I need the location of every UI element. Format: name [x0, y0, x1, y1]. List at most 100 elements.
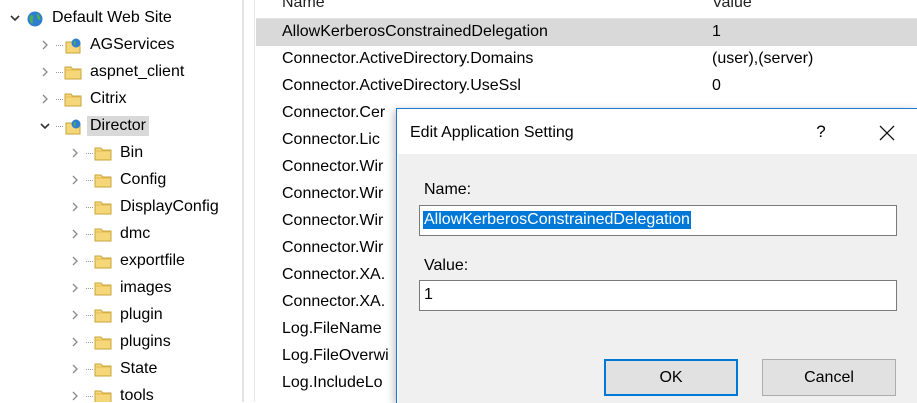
setting-name-cell: Connector.Wir [282, 239, 384, 256]
setting-name-cell: Connector.ActiveDirectory.Domains [282, 50, 534, 67]
tree-node-label: Default Web Site [52, 9, 172, 26]
close-button[interactable] [869, 119, 905, 147]
tree-node-label: plugins [120, 333, 171, 350]
tree-connector [56, 71, 63, 73]
setting-name-cell: Connector.ActiveDirectory.UseSsl [282, 77, 521, 94]
tree-connector [86, 260, 93, 262]
web-app-icon [64, 118, 82, 135]
folder-icon [94, 280, 112, 296]
tree-node-default-web-site[interactable]: Default Web Site [8, 5, 175, 31]
folder-icon [94, 361, 112, 377]
tree-node-images[interactable]: images [68, 275, 175, 301]
setting-name-cell: Log.IncludeLo [282, 374, 383, 391]
table-row[interactable]: AllowKerberosConstrainedDelegation 1 [256, 19, 917, 46]
chevron-right-icon[interactable] [68, 227, 82, 241]
value-field[interactable]: 1 [419, 280, 897, 311]
tree-connector [56, 98, 63, 100]
folder-icon [94, 172, 112, 188]
tree-connector [86, 395, 93, 397]
tree-node-label: images [120, 279, 172, 296]
tree-node-exportfile[interactable]: exportfile [68, 248, 188, 274]
folder-icon [94, 226, 112, 242]
tree-node-director[interactable]: Director [38, 113, 150, 139]
tree-node-label: Bin [120, 144, 144, 161]
name-field[interactable]: AllowKerberosConstrainedDelegation [419, 205, 897, 236]
tree-node-label: exportfile [120, 252, 185, 269]
tree-node-config[interactable]: Config [68, 167, 169, 193]
setting-name-cell: Connector.Wir [282, 158, 384, 175]
table-row[interactable]: Connector.ActiveDirectory.Domains (user),… [256, 46, 917, 73]
chevron-right-icon[interactable] [68, 389, 82, 402]
globe-icon [26, 10, 44, 27]
setting-name-cell: Connector.Cer [282, 104, 386, 121]
setting-name-cell: Connector.Wir [282, 212, 384, 229]
column-header-name[interactable]: Name [282, 0, 325, 12]
tree-node-label: DisplayConfig [120, 198, 219, 215]
web-app-icon [64, 37, 82, 54]
folder-icon [94, 388, 112, 402]
name-field-value: AllowKerberosConstrainedDelegation [423, 211, 691, 229]
ok-button[interactable]: OK [604, 359, 738, 396]
column-header-value[interactable]: Value [712, 0, 752, 12]
chevron-right-icon[interactable] [68, 281, 82, 295]
folder-icon [94, 334, 112, 350]
tree-node-label: aspnet_client [90, 63, 185, 80]
grid-border [254, 0, 255, 402]
tree-node-label: AGServices [90, 36, 175, 53]
setting-name-cell: Connector.XA. [282, 266, 386, 283]
edit-application-setting-dialog: Edit Application Setting ? Name: AllowKe… [396, 108, 917, 403]
tree-node-bin[interactable]: Bin [68, 140, 146, 166]
setting-value-cell: 0 [712, 77, 721, 94]
tree-node-label: tools [120, 387, 154, 402]
chevron-right-icon[interactable] [38, 65, 52, 79]
pane-divider[interactable] [242, 0, 244, 402]
setting-name-cell: Connector.Wir [282, 185, 384, 202]
tree-connector [86, 368, 93, 370]
setting-name-cell: Connector.XA. [282, 293, 386, 310]
chevron-right-icon[interactable] [68, 254, 82, 268]
chevron-right-icon[interactable] [38, 92, 52, 106]
tree-node-label: State [120, 360, 158, 377]
setting-name-cell: Connector.Lic [282, 131, 380, 148]
chevron-right-icon[interactable] [68, 200, 82, 214]
tree-node-citrix[interactable]: Citrix [38, 86, 129, 112]
chevron-right-icon[interactable] [68, 335, 82, 349]
tree-node-label: Config [120, 171, 167, 188]
folder-icon [64, 91, 82, 107]
tree-node-agservices[interactable]: AGServices [38, 32, 177, 58]
tree-node-plugin[interactable]: plugin [68, 302, 166, 328]
tree-connector [86, 287, 93, 289]
setting-value-cell: 1 [712, 23, 721, 40]
tree-node-label: Director [87, 116, 150, 136]
tree-node-state[interactable]: State [68, 356, 160, 382]
help-button[interactable]: ? [809, 119, 833, 145]
tree-node-plugins[interactable]: plugins [68, 329, 174, 355]
folder-icon [64, 64, 82, 80]
name-label: Name: [424, 181, 472, 198]
folder-icon [94, 145, 112, 161]
setting-name-cell: Log.FileName [282, 320, 382, 337]
chevron-down-icon[interactable] [8, 11, 22, 25]
grid-header: Name Value [256, 0, 917, 19]
dialog-title: Edit Application Setting [410, 124, 574, 141]
folder-icon [94, 307, 112, 323]
chevron-right-icon[interactable] [38, 38, 52, 52]
tree-connector [86, 233, 93, 235]
tree-node-displayconfig[interactable]: DisplayConfig [68, 194, 222, 220]
chevron-right-icon[interactable] [68, 146, 82, 160]
tree-node-dmc[interactable]: dmc [68, 221, 153, 247]
close-icon [879, 125, 895, 141]
setting-name-cell: Log.FileOverwi [282, 347, 389, 364]
chevron-down-icon[interactable] [38, 119, 52, 133]
folder-icon [94, 199, 112, 215]
tree-view[interactable]: Default Web Site AGServices aspnet_client… [0, 0, 242, 402]
tree-node-aspnet-client[interactable]: aspnet_client [38, 59, 187, 85]
tree-node-tools[interactable]: tools [68, 383, 157, 402]
chevron-right-icon[interactable] [68, 362, 82, 376]
tree-connector [86, 314, 93, 316]
table-row[interactable]: Connector.ActiveDirectory.UseSsl 0 [256, 73, 917, 100]
chevron-right-icon[interactable] [68, 308, 82, 322]
cancel-button[interactable]: Cancel [762, 359, 896, 396]
tree-node-label: plugin [120, 306, 163, 323]
chevron-right-icon[interactable] [68, 173, 82, 187]
